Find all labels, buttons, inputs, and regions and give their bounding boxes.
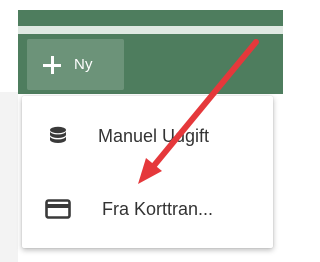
menu-item-manual-expense[interactable]: Manuel Udgift — [22, 101, 273, 171]
header-divider — [18, 26, 283, 34]
menu-item-label: Fra Korttran... — [102, 198, 214, 219]
database-icon — [44, 124, 72, 148]
side-panel-edge — [0, 92, 18, 262]
credit-card-icon — [44, 197, 72, 221]
new-button-label: Ny — [74, 56, 93, 73]
new-dropdown-menu: Manuel Udgift Fra Korttran... — [22, 96, 273, 248]
menu-item-label: Manuel Udgift — [98, 125, 210, 146]
menu-item-from-card-transaction[interactable]: Fra Korttran... — [22, 174, 273, 244]
plus-icon — [42, 55, 62, 75]
new-button[interactable]: Ny — [27, 39, 124, 90]
header-strip — [18, 10, 283, 26]
